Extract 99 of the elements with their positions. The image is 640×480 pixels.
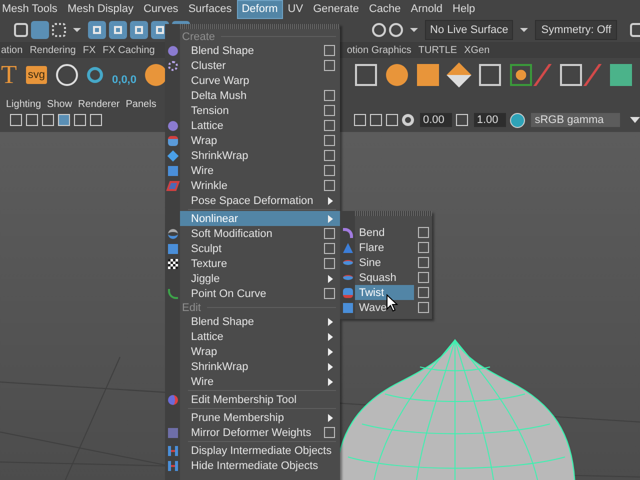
svg-tool-icon[interactable]: svg bbox=[26, 66, 48, 84]
submenu-arrow-icon bbox=[328, 214, 333, 222]
menu-item[interactable]: Texture bbox=[180, 256, 340, 271]
pivot-icon[interactable] bbox=[56, 64, 78, 86]
menu-item[interactable]: Lattice bbox=[180, 329, 340, 344]
cylinder-icon bbox=[168, 136, 178, 146]
menu-bar-item[interactable]: Help bbox=[448, 0, 480, 18]
symmetry-field[interactable]: Symmetry: Off bbox=[535, 20, 618, 40]
menu-item[interactable]: Blend Shape bbox=[180, 314, 340, 329]
option-box[interactable] bbox=[324, 105, 335, 116]
option-box[interactable] bbox=[324, 228, 335, 239]
menu-item[interactable]: Wire bbox=[180, 163, 340, 178]
shelf-tab[interactable]: Rendering bbox=[30, 44, 76, 56]
dropdown-arrow-icon[interactable] bbox=[73, 28, 81, 32]
option-box[interactable] bbox=[418, 302, 429, 313]
wrinkle-icon bbox=[166, 180, 180, 190]
option-box[interactable] bbox=[418, 242, 429, 253]
color-space-dropdown[interactable]: sRGB gamma bbox=[530, 113, 620, 127]
option-box[interactable] bbox=[324, 165, 335, 176]
menu-item[interactable]: Hide Intermediate Objects bbox=[180, 458, 340, 473]
option-box[interactable] bbox=[324, 120, 335, 131]
menu-item[interactable]: Wrap bbox=[180, 133, 340, 148]
menu-item[interactable]: ShrinkWrap bbox=[180, 148, 340, 163]
live-surface-field[interactable]: No Live Surface bbox=[425, 20, 514, 40]
panel-menu-item[interactable]: Panels bbox=[126, 98, 156, 110]
option-box[interactable] bbox=[324, 288, 335, 299]
option-box[interactable] bbox=[418, 272, 429, 283]
menu-item[interactable]: Lattice bbox=[180, 118, 340, 133]
menu-bar-item[interactable]: Arnold bbox=[406, 0, 447, 18]
menu-section-header: Edit bbox=[182, 302, 201, 314]
submenu-arrow-icon bbox=[328, 274, 333, 282]
curve-icon bbox=[168, 288, 178, 298]
dotted-circle-icon bbox=[168, 60, 178, 70]
menu-bar-item[interactable]: Deform bbox=[238, 0, 282, 18]
menu-item[interactable]: Soft Modification bbox=[180, 226, 340, 241]
menu-bar-item[interactable]: Mesh Tools bbox=[0, 0, 62, 18]
shelf-tab[interactable]: FX bbox=[82, 44, 96, 56]
shelf-tab[interactable]: ation bbox=[1, 44, 23, 56]
panel-menu-item[interactable]: Renderer bbox=[78, 98, 120, 110]
shelf-tab[interactable]: XGen bbox=[464, 44, 490, 56]
checker-icon bbox=[168, 258, 178, 268]
menu-bar-item[interactable]: Cache bbox=[364, 0, 405, 18]
menu-bar-item[interactable]: Surfaces bbox=[184, 0, 236, 18]
panel-menu-item[interactable]: Lighting bbox=[6, 98, 42, 110]
menu-item[interactable]: Flare bbox=[355, 240, 414, 255]
sphere-icon bbox=[168, 46, 178, 56]
menu-item[interactable]: Wave bbox=[355, 300, 414, 315]
menu-item[interactable]: Sine bbox=[355, 255, 414, 270]
menu-item[interactable]: Delta Mush bbox=[180, 88, 340, 103]
option-box[interactable] bbox=[324, 427, 335, 438]
gamma-field[interactable]: 1.00 bbox=[474, 113, 506, 127]
soft-modification-icon bbox=[168, 228, 178, 238]
menu-section-header: Create bbox=[182, 30, 216, 42]
menu-item[interactable]: Cluster bbox=[180, 58, 340, 73]
dropdown-arrow-icon[interactable] bbox=[630, 117, 640, 123]
menu-item[interactable]: Blend Shape bbox=[180, 43, 340, 58]
bend-icon bbox=[342, 228, 352, 238]
submenu-arrow-icon bbox=[328, 414, 333, 422]
option-box[interactable] bbox=[418, 257, 429, 268]
menu-item[interactable]: Wrap bbox=[180, 344, 340, 359]
option-box[interactable] bbox=[324, 243, 335, 254]
shelf-tab[interactable]: FX Caching bbox=[102, 44, 155, 56]
menu-item[interactable]: Display Intermediate Objects bbox=[180, 443, 340, 458]
menu-item[interactable]: Prune Membership bbox=[180, 410, 340, 425]
cursor-icon bbox=[386, 294, 398, 312]
dropdown-arrow-icon[interactable] bbox=[410, 28, 418, 32]
option-box[interactable] bbox=[418, 287, 429, 298]
option-box[interactable] bbox=[324, 90, 335, 101]
shelf-tab[interactable]: TURTLE bbox=[418, 44, 458, 56]
reset-transform-button[interactable]: 0,0,0 bbox=[112, 64, 136, 86]
option-box[interactable] bbox=[324, 150, 335, 161]
menu-bar-item[interactable]: Generate bbox=[309, 0, 363, 18]
menu-item[interactable]: Nonlinear bbox=[180, 211, 340, 226]
menu-item[interactable]: Jiggle bbox=[180, 271, 340, 286]
dropdown-arrow-icon[interactable] bbox=[520, 28, 528, 32]
menu-item[interactable]: Edit Membership Tool bbox=[180, 392, 340, 407]
option-box[interactable] bbox=[418, 227, 429, 238]
menu-bar-item[interactable]: UV bbox=[284, 0, 308, 18]
menu-item[interactable]: Wrinkle bbox=[180, 178, 340, 193]
menu-item[interactable]: Point On Curve bbox=[180, 286, 340, 301]
menu-bar-item[interactable]: Curves bbox=[139, 0, 182, 18]
menu-item[interactable]: Twist bbox=[355, 285, 414, 300]
option-box[interactable] bbox=[324, 258, 335, 269]
panel-menu-item[interactable]: Show bbox=[47, 98, 72, 110]
menu-item[interactable]: ShrinkWrap bbox=[180, 359, 340, 374]
menu-item[interactable]: Tension bbox=[180, 103, 340, 118]
option-box[interactable] bbox=[324, 60, 335, 71]
option-box[interactable] bbox=[324, 135, 335, 146]
menu-item[interactable]: Sculpt bbox=[180, 241, 340, 256]
exposure-field[interactable]: 0.00 bbox=[420, 113, 452, 127]
menu-item[interactable]: Curve Warp bbox=[180, 73, 340, 88]
menu-item[interactable]: Squash bbox=[355, 270, 414, 285]
option-box[interactable] bbox=[324, 45, 335, 56]
menu-bar-item[interactable]: Mesh Display bbox=[63, 0, 138, 18]
option-box[interactable] bbox=[324, 180, 335, 191]
shelf-tab[interactable]: otion Graphics bbox=[346, 44, 412, 56]
text-tool-icon[interactable]: T bbox=[1, 62, 17, 88]
menu-item[interactable]: Bend bbox=[355, 225, 414, 240]
menu-item[interactable]: Mirror Deformer Weights bbox=[180, 425, 340, 440]
